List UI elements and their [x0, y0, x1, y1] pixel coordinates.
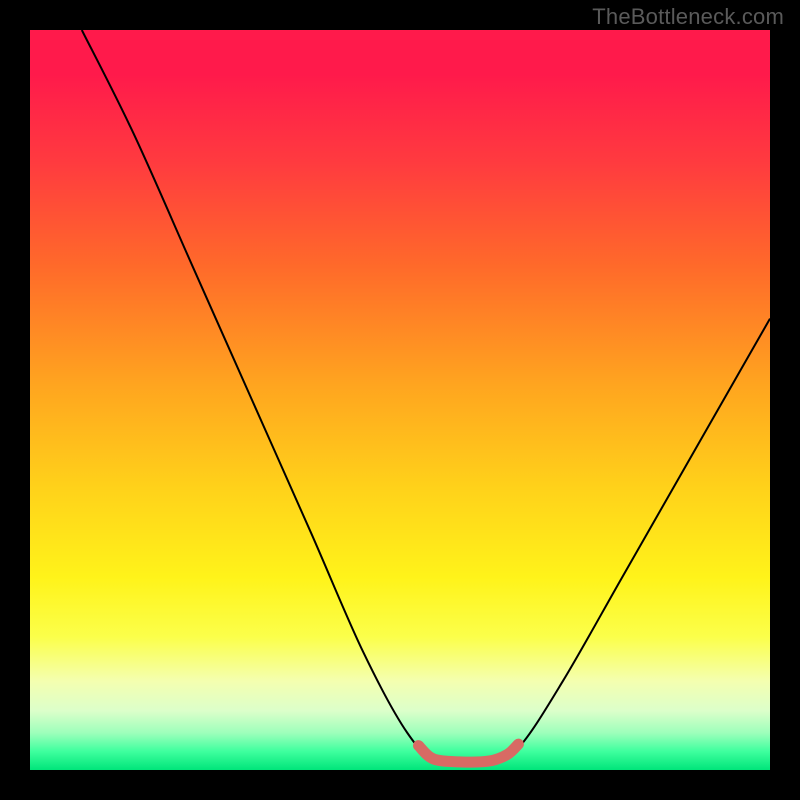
- watermark-text: TheBottleneck.com: [592, 4, 784, 30]
- chart-svg: [30, 30, 770, 770]
- chart-frame: TheBottleneck.com: [0, 0, 800, 800]
- optimal-zone-overlay-path: [419, 744, 519, 762]
- frame-border-left: [0, 30, 30, 770]
- frame-border-bottom: [0, 770, 800, 800]
- bottleneck-curve-path: [82, 30, 770, 763]
- plot-area: [30, 30, 770, 770]
- frame-border-right: [770, 30, 800, 770]
